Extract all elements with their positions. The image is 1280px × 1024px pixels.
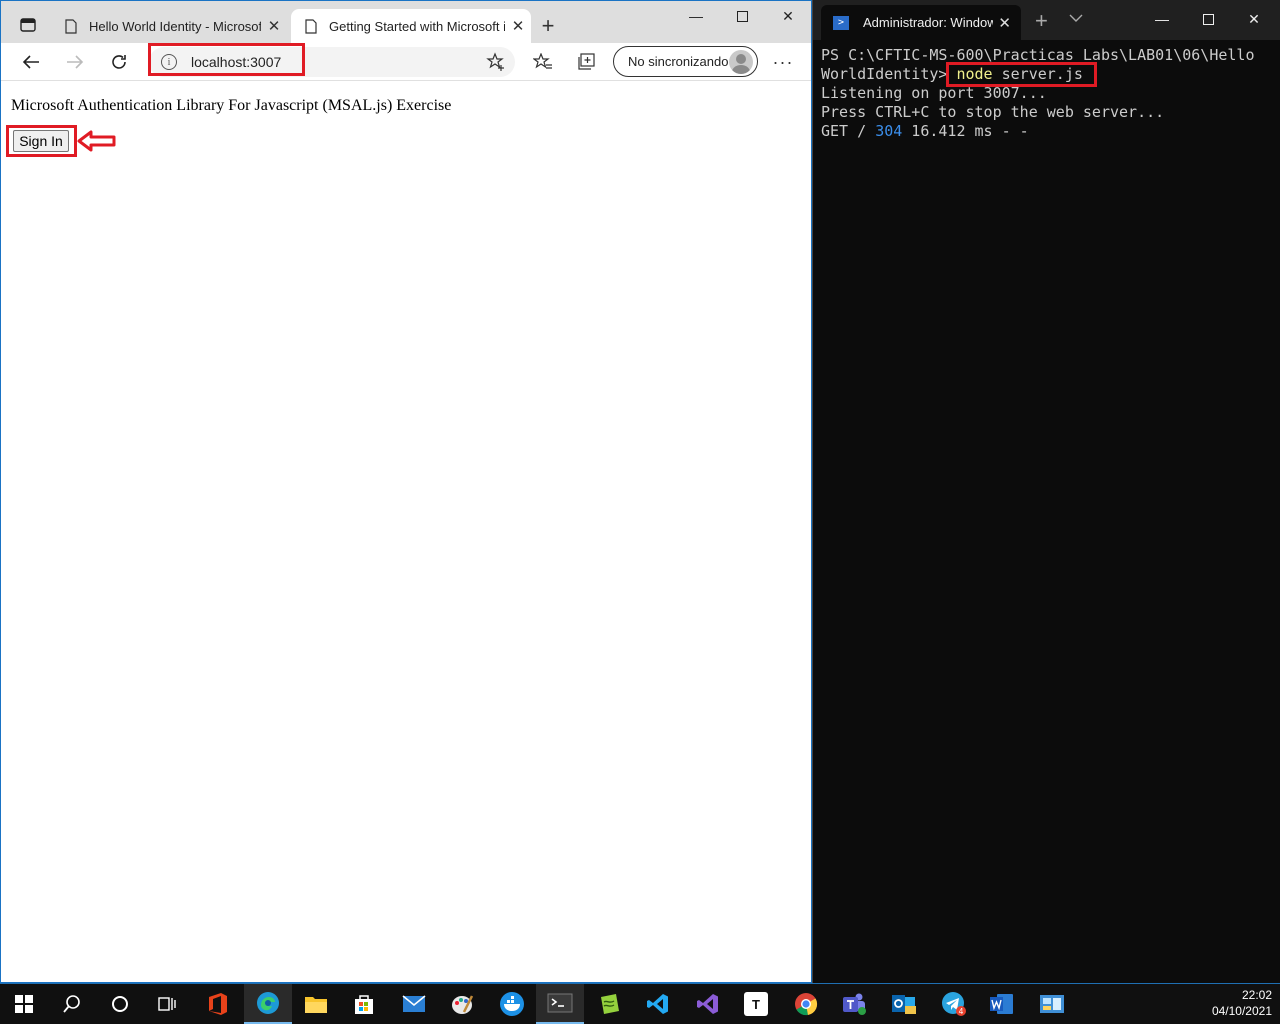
tab-title: Getting Started with Microsoft id: [329, 18, 505, 34]
status-code: 304: [875, 122, 903, 140]
page-icon: [63, 18, 79, 34]
tab-hello-world[interactable]: Hello World Identity - Microsoft ✕: [51, 9, 287, 43]
docker-icon[interactable]: [488, 984, 536, 1024]
back-icon[interactable]: [15, 47, 47, 77]
prompt: WorldIdentity>: [821, 65, 957, 83]
page-icon: [303, 18, 319, 34]
notification-badge: 4: [959, 1007, 964, 1016]
close-icon[interactable]: ✕: [998, 14, 1011, 32]
annotation-arrow-icon: [77, 130, 116, 152]
terminal-output[interactable]: PS C:\CFTIC-MS-600\Practicas_Labs\LAB01\…: [821, 46, 1273, 141]
more-options-icon[interactable]: ···: [767, 47, 799, 77]
page-title: Microsoft Authentication Library For Jav…: [11, 97, 452, 114]
word-icon[interactable]: [978, 984, 1026, 1024]
collections-icon[interactable]: [571, 47, 603, 77]
taskbar: T 4 22:02 04/10/2021: [0, 984, 1280, 1024]
terminal-window: > Administrador: Windows PowerShell ✕ + …: [812, 0, 1280, 983]
typora-icon[interactable]: T: [732, 984, 780, 1024]
file-explorer-icon[interactable]: [292, 984, 340, 1024]
office-icon[interactable]: [194, 984, 242, 1024]
maximize-icon[interactable]: [1185, 4, 1231, 34]
tab-powershell[interactable]: > Administrador: Windows PowerShell ✕: [821, 5, 1021, 40]
windows-start-icon[interactable]: [0, 984, 48, 1024]
close-icon[interactable]: ✕: [505, 13, 531, 39]
annotation-highlight-url: [148, 43, 305, 76]
minimize-icon[interactable]: —: [673, 1, 719, 31]
tab-getting-started[interactable]: Getting Started with Microsoft id ✕: [291, 9, 531, 43]
terminal-icon[interactable]: [536, 984, 584, 1024]
tab-title: Administrador: Windows PowerShell: [863, 15, 993, 30]
page-content: Microsoft Authentication Library For Jav…: [1, 82, 811, 982]
avatar: [729, 50, 753, 74]
telegram-icon[interactable]: 4: [930, 984, 978, 1024]
forward-icon[interactable]: [59, 47, 91, 77]
paint-icon[interactable]: [438, 984, 486, 1024]
search-icon[interactable]: [48, 984, 96, 1024]
cortana-icon[interactable]: [96, 984, 144, 1024]
clock-date: 04/10/2021: [1211, 1004, 1272, 1018]
minimize-icon[interactable]: —: [1139, 4, 1185, 34]
log-timing: 16.412 ms - -: [902, 122, 1029, 140]
annotation-highlight-signin: [6, 125, 77, 157]
control-panel-icon[interactable]: [1028, 984, 1076, 1024]
store-icon[interactable]: [340, 984, 388, 1024]
maximize-icon[interactable]: [719, 1, 765, 31]
annotation-highlight-command: [946, 62, 1097, 87]
tab-bar: Hello World Identity - Microsoft ✕ Getti…: [1, 1, 811, 43]
notepad-plus-icon[interactable]: [586, 984, 634, 1024]
favorites-icon[interactable]: [527, 47, 559, 77]
clock-time: 22:02: [1241, 988, 1272, 1002]
new-tab-icon[interactable]: +: [1035, 8, 1048, 34]
profile-sync-button[interactable]: No sincronizando: [613, 46, 758, 77]
refresh-icon[interactable]: [103, 47, 135, 77]
powershell-icon: >: [833, 15, 849, 30]
mail-icon[interactable]: [390, 984, 438, 1024]
add-favorite-icon[interactable]: [485, 51, 507, 73]
visual-studio-icon[interactable]: [684, 984, 732, 1024]
vscode-icon[interactable]: [634, 984, 682, 1024]
terminal-titlebar: > Administrador: Windows PowerShell ✕ + …: [813, 0, 1280, 40]
chrome-icon[interactable]: [782, 984, 830, 1024]
terminal-line: GET / 304 16.412 ms - -: [821, 122, 1273, 141]
outlook-icon[interactable]: [880, 984, 928, 1024]
tab-title: Hello World Identity - Microsoft: [89, 18, 261, 34]
teams-icon[interactable]: [830, 984, 878, 1024]
system-clock[interactable]: 22:02 04/10/2021: [1212, 987, 1272, 1019]
task-view-icon[interactable]: [144, 984, 192, 1024]
sync-label: No sincronizando: [628, 54, 729, 69]
log-request: GET /: [821, 122, 876, 140]
edge-icon[interactable]: [244, 984, 292, 1024]
browser-toolbar: i localhost:3007 No sincronizando ···: [1, 43, 811, 81]
close-window-icon[interactable]: ✕: [1231, 4, 1277, 34]
close-icon[interactable]: ✕: [261, 13, 287, 39]
close-window-icon[interactable]: ✕: [765, 1, 811, 31]
browser-window: Hello World Identity - Microsoft ✕ Getti…: [0, 0, 812, 983]
terminal-line: Press CTRL+C to stop the web server...: [821, 103, 1165, 121]
chevron-down-icon[interactable]: [1069, 10, 1083, 26]
tab-actions-icon[interactable]: [11, 11, 45, 39]
new-tab-icon[interactable]: +: [535, 13, 561, 39]
